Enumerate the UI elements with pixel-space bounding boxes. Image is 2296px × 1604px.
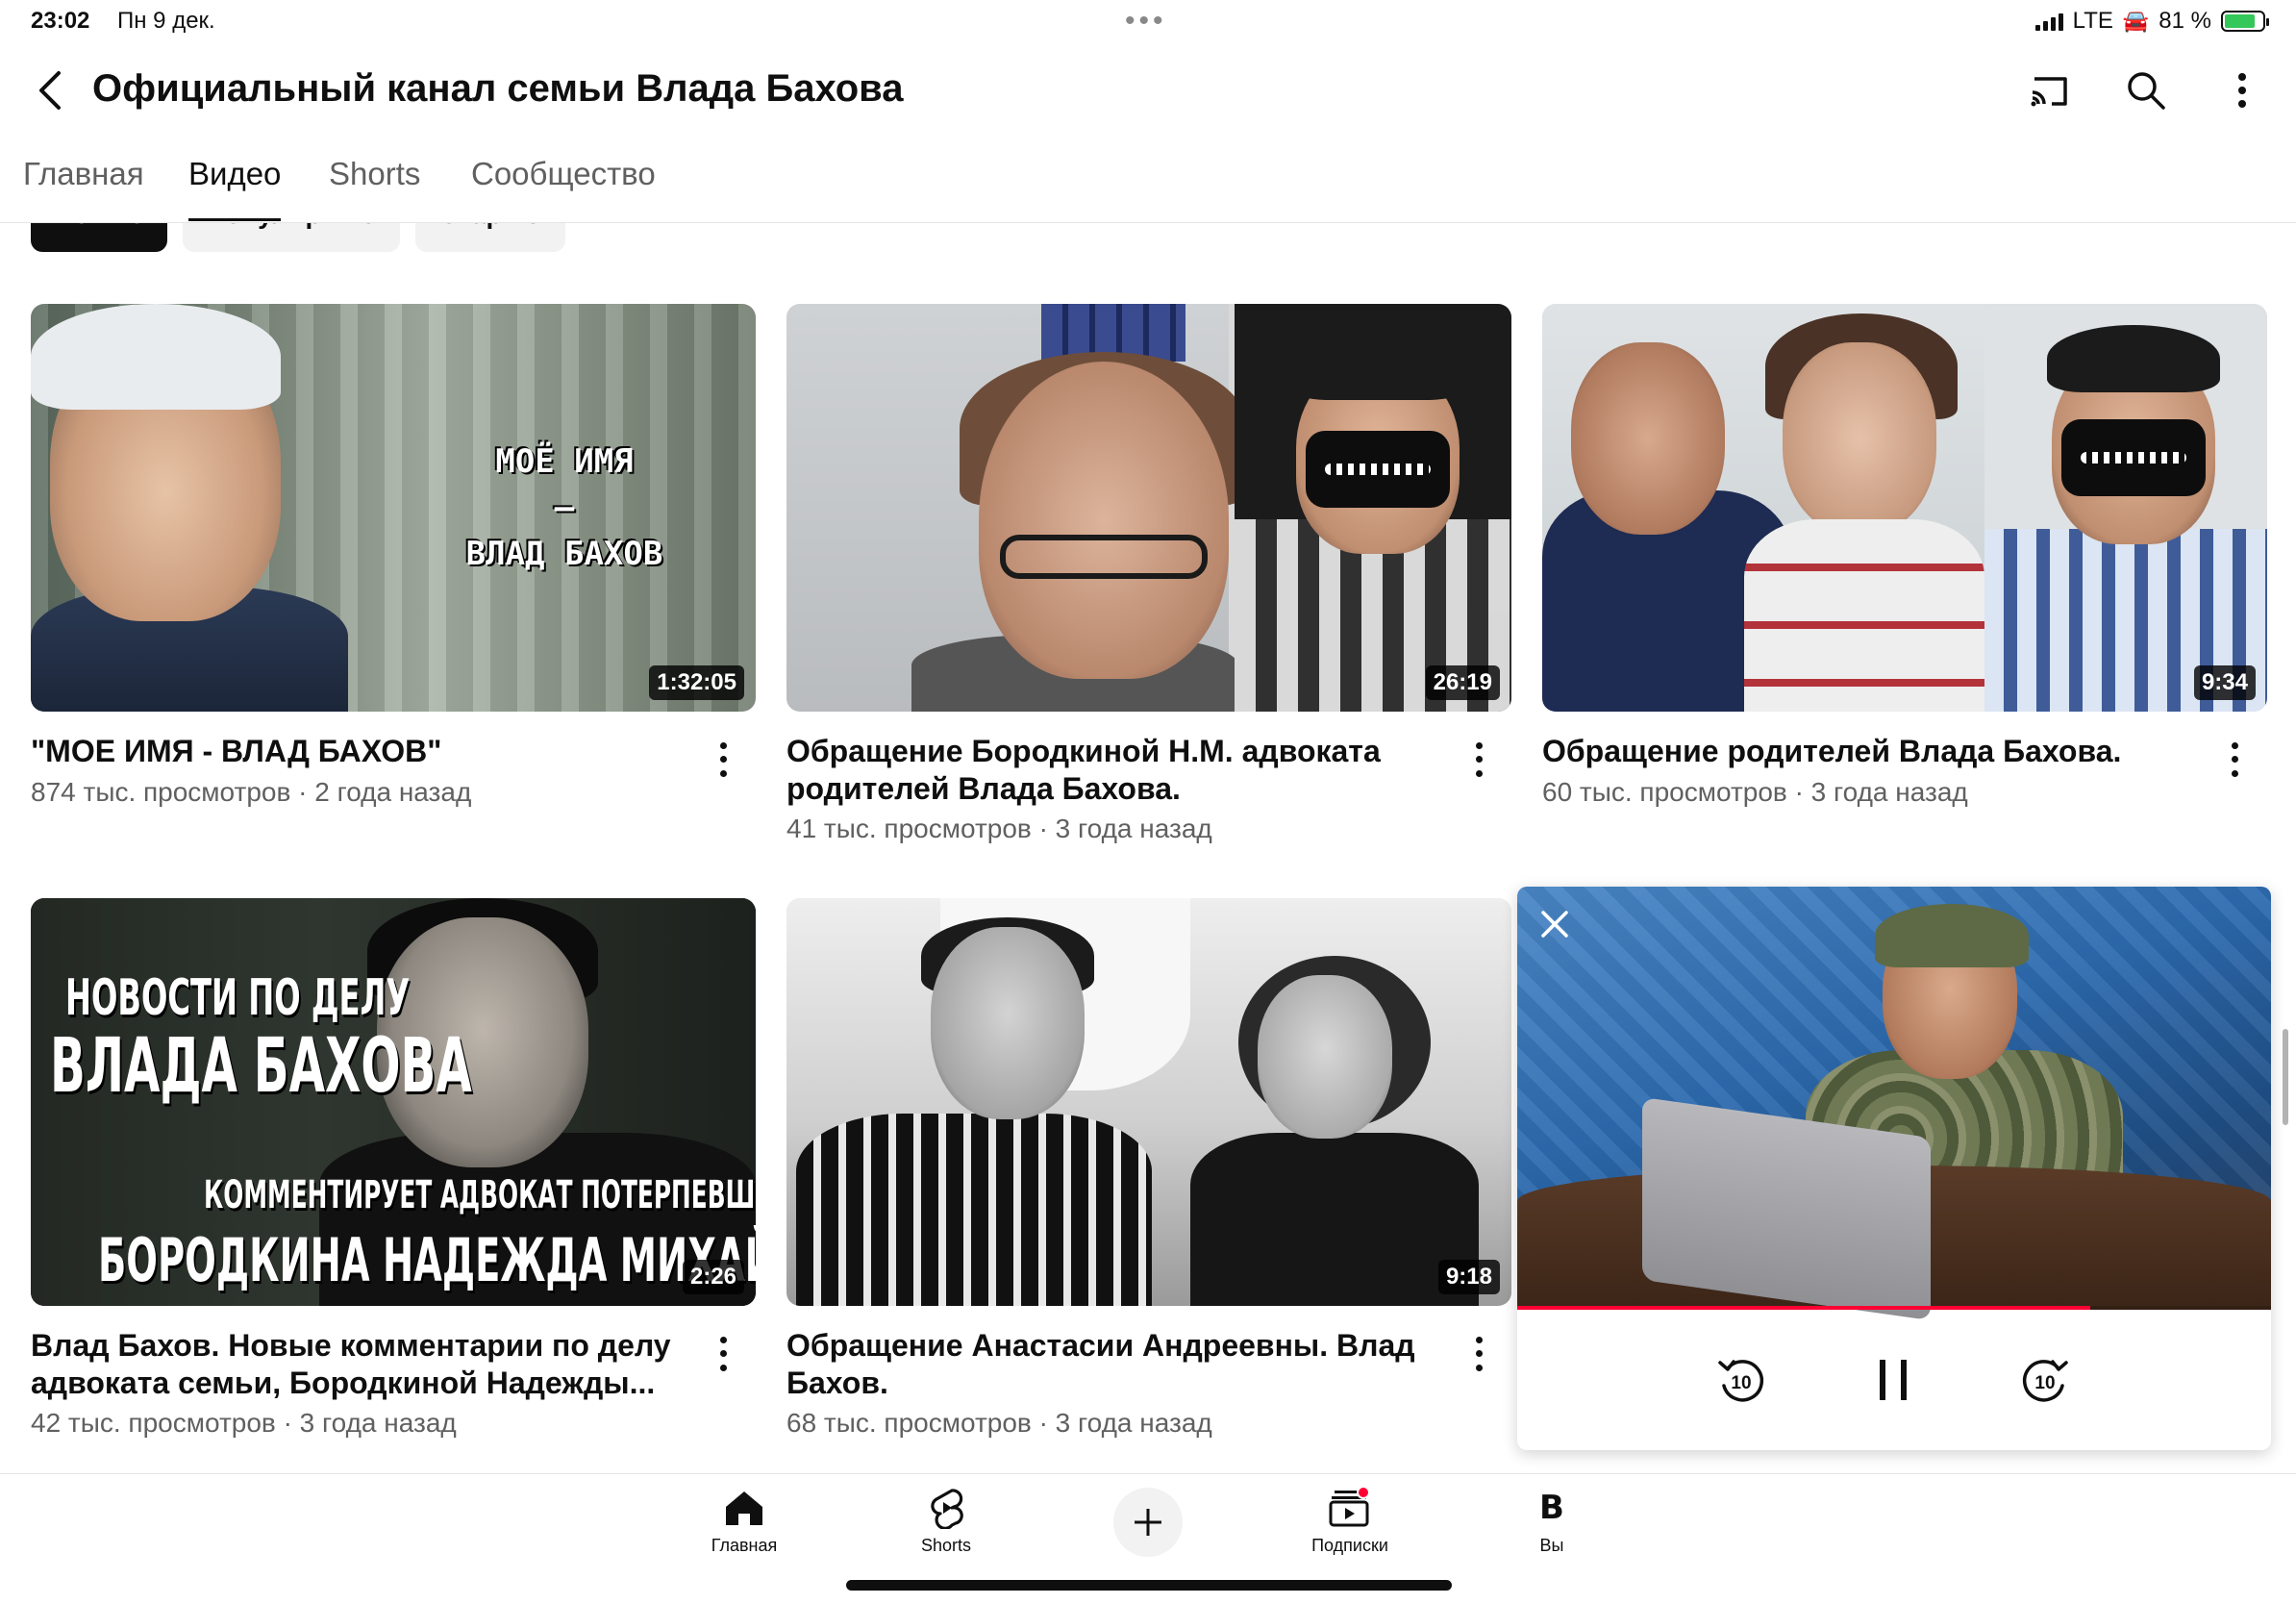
- video-meta: 41 тыс. просмотров · 3 года назад: [786, 814, 1212, 843]
- rewind-seconds: 10: [1731, 1373, 1751, 1393]
- video-thumbnail[interactable]: НОВОСТИ ПО ДЕЛУ ВЛАДА БАХОВА КОММЕНТИРУЕ…: [31, 898, 756, 1306]
- rewind-10-icon: 10: [1718, 1360, 1764, 1402]
- tabs-bar: Главная Видео Shorts Сообщество: [0, 142, 2296, 223]
- status-right: LTE 🚘 81 %: [2034, 8, 2269, 35]
- nav-you[interactable]: B Вы: [1485, 1486, 1619, 1572]
- video-title[interactable]: Обращение Анастасии Андреевны. Влад Бахо…: [786, 1327, 1440, 1402]
- nav-subscriptions[interactable]: Подписки: [1283, 1486, 1417, 1572]
- video-title[interactable]: "МОЕ ИМЯ - ВЛАД БАХОВ": [31, 733, 685, 770]
- mini-player[interactable]: 10 10: [1517, 887, 2271, 1450]
- forward-10-button[interactable]: 10: [2011, 1346, 2079, 1414]
- shorts-icon: [924, 1486, 968, 1530]
- duration-badge: 1:32:05: [649, 665, 744, 700]
- nav-subscriptions-label: Подписки: [1311, 1536, 1388, 1555]
- duration-badge: 9:34: [2193, 665, 2256, 700]
- thumbnail-caption-line: ВЛАД БАХОВ: [465, 535, 663, 573]
- video-menu-button[interactable]: [1461, 1333, 1496, 1375]
- video-card[interactable]: 9:34 Обращение родителей Влада Бахова. 6…: [1542, 304, 2267, 842]
- notification-dot: [1357, 1486, 1370, 1499]
- status-time: 23:02: [31, 8, 90, 34]
- tab-home[interactable]: Главная: [23, 156, 144, 192]
- forward-10-icon: 10: [2022, 1360, 2068, 1402]
- back-icon: [39, 71, 61, 110]
- thumbnail-caption-line: ВЛАДА БАХОВА: [50, 1023, 472, 1110]
- more-options-button[interactable]: [2215, 63, 2269, 117]
- video-meta: 874 тыс. просмотров · 2 года назад: [31, 777, 472, 807]
- page-title: Официальный канал семьи Влада Бахова: [92, 67, 904, 110]
- thumbnail-caption-line: МОЁ ИМЯ: [495, 442, 634, 481]
- video-title[interactable]: Влад Бахов. Новые комментарии по делу ад…: [31, 1327, 685, 1402]
- mini-player-close-button[interactable]: [1531, 900, 1579, 948]
- video-thumbnail[interactable]: МОЁ ИМЯ – ВЛАД БАХОВ 1:32:05: [31, 304, 756, 712]
- video-card[interactable]: 26:19 Обращение Бородкиной Н.М. адвоката…: [786, 304, 1511, 852]
- search-icon: [2128, 72, 2165, 110]
- thumbnail-caption-line: КОММЕНТИРУЕТ АДВОКАТ ПОТЕРПЕВШИХ: [204, 1173, 756, 1217]
- video-thumbnail[interactable]: 26:19: [786, 304, 1511, 712]
- scrollbar[interactable]: [2283, 1029, 2288, 1125]
- cast-icon: [2031, 77, 2067, 107]
- home-icon: [722, 1486, 766, 1530]
- video-menu-button[interactable]: [2217, 739, 2252, 781]
- forward-seconds: 10: [2034, 1373, 2055, 1393]
- status-date: Пн 9 дек.: [117, 8, 215, 34]
- nav-shorts-label: Shorts: [920, 1536, 972, 1555]
- account-letter: B: [1539, 1489, 1564, 1527]
- tab-shorts[interactable]: Shorts: [329, 156, 420, 192]
- video-thumbnail[interactable]: 9:34: [1542, 304, 2267, 712]
- mini-player-video[interactable]: [1517, 887, 2271, 1321]
- channel-header: Официальный канал семьи Влада Бахова: [0, 54, 2296, 127]
- nav-home-label: Главная: [711, 1536, 778, 1555]
- pause-icon: [1880, 1360, 1907, 1400]
- video-menu-button[interactable]: [706, 739, 740, 781]
- video-card[interactable]: 9:18 Обращение Анастасии Андреевны. Влад…: [786, 898, 1511, 1446]
- video-thumbnail[interactable]: 9:18: [786, 898, 1511, 1306]
- car-icon: 🚘: [2122, 9, 2150, 33]
- network-label: LTE: [2072, 8, 2113, 34]
- multitask-dots[interactable]: •••: [1125, 7, 1167, 36]
- video-title[interactable]: Обращение Бородкиной Н.М. адвоката родит…: [786, 733, 1440, 808]
- signal-icon: [2034, 12, 2063, 31]
- rewind-10-button[interactable]: 10: [1708, 1346, 1775, 1414]
- pause-button[interactable]: [1859, 1346, 1927, 1414]
- account-avatar: B: [1530, 1486, 1574, 1530]
- tab-community[interactable]: Сообщество: [471, 156, 656, 192]
- status-bar: 23:02 Пн 9 дек. ••• LTE 🚘 81 %: [0, 0, 2296, 44]
- video-menu-button[interactable]: [706, 1333, 740, 1375]
- battery-percent: 81 %: [2159, 8, 2211, 34]
- tab-videos[interactable]: Видео: [188, 156, 282, 221]
- bottom-navigation: Главная Shorts Подписки B Вы: [0, 1473, 2296, 1604]
- duration-badge: 9:18: [1437, 1260, 1500, 1294]
- video-meta: 60 тыс. просмотров · 3 года назад: [1542, 777, 1968, 807]
- mini-player-controls: 10 10: [1517, 1310, 2271, 1450]
- nav-home[interactable]: Главная: [677, 1486, 811, 1572]
- duration-badge: 2:26: [682, 1260, 744, 1294]
- thumbnail-caption-line: –: [554, 489, 575, 527]
- video-meta: 42 тыс. просмотров · 3 года назад: [31, 1408, 457, 1438]
- more-vert-icon: [2238, 73, 2246, 108]
- video-title[interactable]: Обращение родителей Влада Бахова.: [1542, 733, 2196, 770]
- video-meta: 68 тыс. просмотров · 3 года назад: [786, 1408, 1212, 1438]
- home-indicator: [846, 1580, 1452, 1591]
- video-card[interactable]: МОЁ ИМЯ – ВЛАД БАХОВ 1:32:05 "МОЕ ИМЯ - …: [31, 304, 756, 842]
- duration-badge: 26:19: [1425, 665, 1500, 700]
- nav-you-label: Вы: [1539, 1536, 1564, 1555]
- create-plus-icon: [1135, 1509, 1161, 1536]
- cast-button[interactable]: [2023, 63, 2077, 117]
- search-button[interactable]: [2119, 63, 2173, 117]
- back-button[interactable]: [23, 63, 77, 117]
- thumbnail-caption-line: БОРОДКИНА НАДЕЖДА МИХАЙЛОВНА: [98, 1225, 756, 1295]
- nav-shorts[interactable]: Shorts: [879, 1486, 1013, 1572]
- create-button[interactable]: [1113, 1488, 1183, 1557]
- battery-fill: [2225, 14, 2255, 28]
- video-menu-button[interactable]: [1461, 739, 1496, 781]
- close-icon: [1541, 911, 1568, 938]
- subscriptions-icon: [1328, 1486, 1372, 1530]
- thumbnail-caption: МОЁ ИМЯ – ВЛАД БАХОВ: [415, 439, 713, 577]
- battery-icon: [2221, 11, 2269, 32]
- video-card[interactable]: НОВОСТИ ПО ДЕЛУ ВЛАДА БАХОВА КОММЕНТИРУЕ…: [31, 898, 756, 1446]
- thumbnail-caption-line: НОВОСТИ ПО ДЕЛУ: [65, 969, 411, 1027]
